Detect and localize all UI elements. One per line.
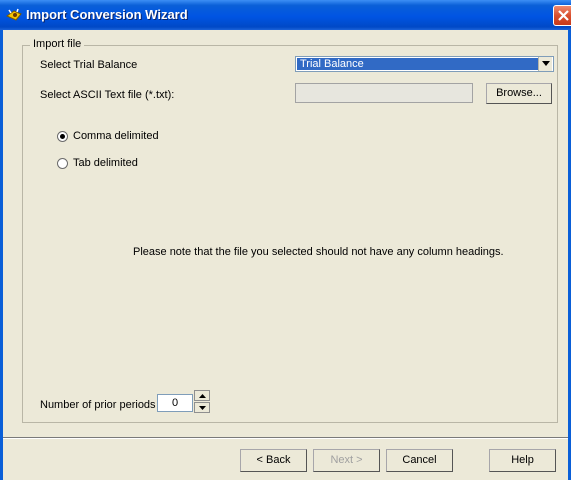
radio-selected-dot	[60, 134, 65, 139]
arrow-down-icon	[199, 406, 206, 410]
import-file-group	[22, 45, 558, 423]
spin-down-button[interactable]	[194, 402, 210, 413]
arrow-up-icon	[199, 394, 206, 398]
ascii-file-label: Select ASCII Text file (*.txt):	[40, 89, 175, 101]
ascii-file-field[interactable]	[295, 83, 473, 103]
window-title: Import Conversion Wizard	[26, 7, 188, 22]
window-border-left	[0, 30, 3, 480]
trial-balance-selected: Trial Balance	[297, 58, 539, 70]
close-button[interactable]	[553, 5, 571, 26]
comma-delimited-radio[interactable]	[57, 131, 68, 142]
cancel-button[interactable]: Cancel	[386, 449, 453, 472]
prior-periods-label: Number of prior periods	[40, 399, 156, 411]
dropdown-button[interactable]	[538, 57, 552, 71]
column-heading-note: Please note that the file you selected s…	[133, 246, 504, 258]
title-bar[interactable]: Import Conversion Wizard	[0, 0, 571, 30]
wizard-icon	[5, 7, 22, 23]
browse-button[interactable]: Browse...	[486, 83, 552, 104]
tab-delimited-label[interactable]: Tab delimited	[73, 157, 138, 169]
spin-up-button[interactable]	[194, 390, 210, 401]
comma-delimited-label[interactable]: Comma delimited	[73, 130, 159, 142]
tab-delimited-radio[interactable]	[57, 158, 68, 169]
back-button[interactable]: < Back	[240, 449, 307, 472]
footer-separator-highlight	[3, 438, 568, 439]
group-legend: Import file	[30, 38, 85, 50]
chevron-down-icon	[542, 61, 550, 66]
trial-balance-dropdown[interactable]: Trial Balance	[295, 56, 554, 72]
close-icon	[558, 10, 569, 21]
wizard-window: Import Conversion Wizard Import file Sel…	[0, 0, 571, 480]
prior-periods-input[interactable]: 0	[157, 394, 193, 412]
help-button[interactable]: Help	[489, 449, 556, 472]
trial-balance-label: Select Trial Balance	[40, 59, 138, 71]
next-button[interactable]: Next >	[313, 449, 380, 472]
